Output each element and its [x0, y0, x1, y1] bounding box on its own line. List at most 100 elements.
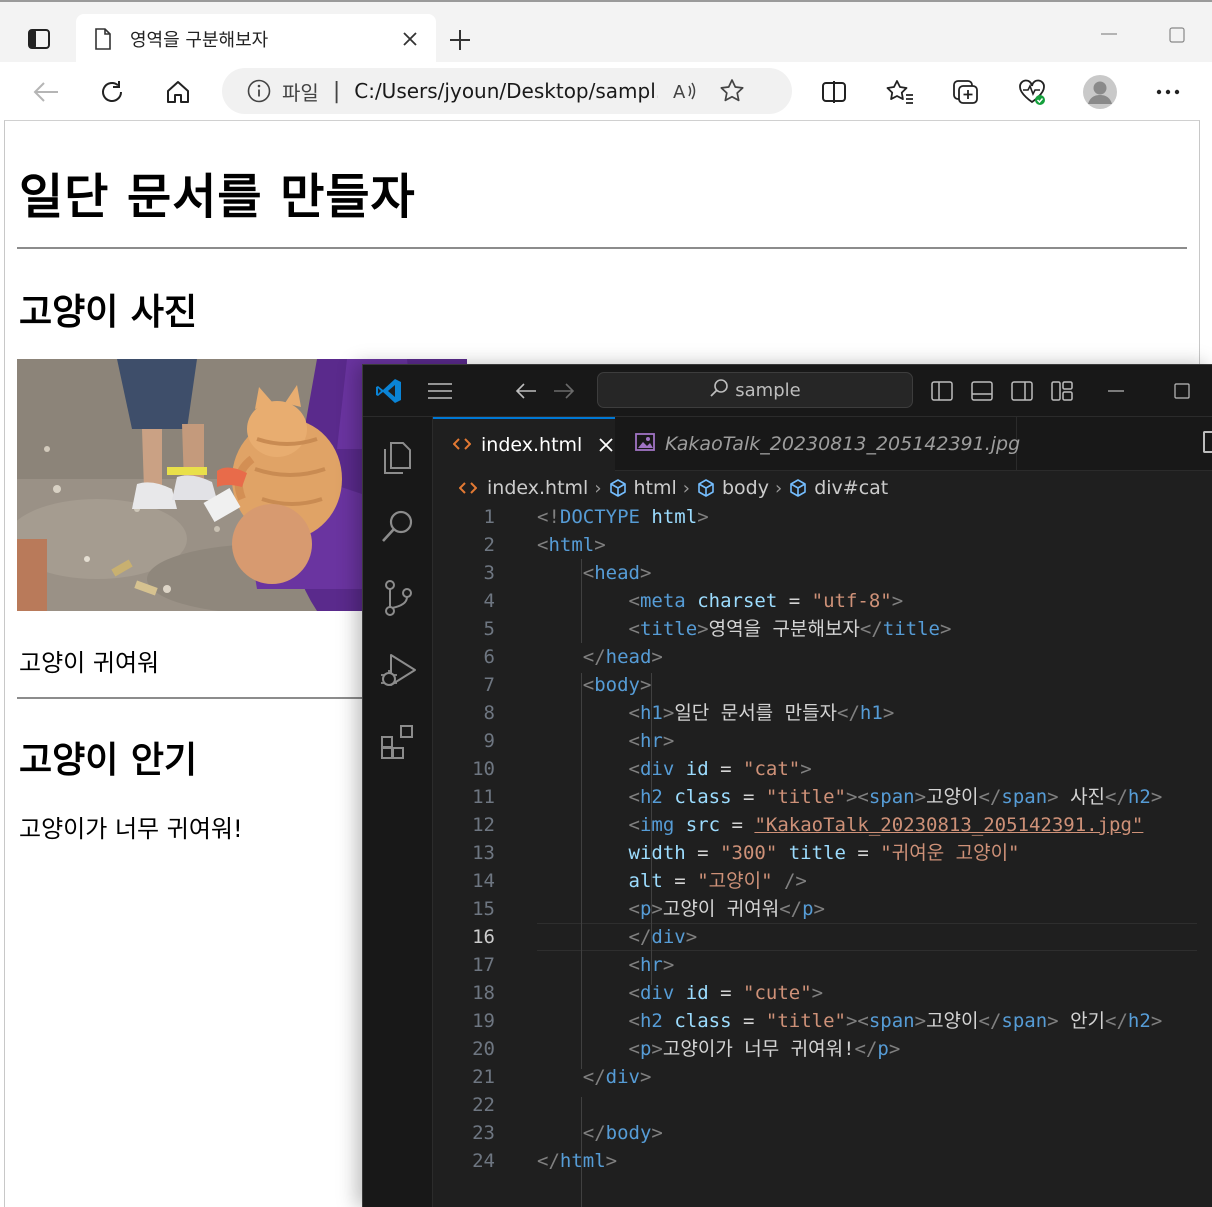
code-line: 12 <img src = "KakaoTalk_20230813_205142… — [472, 814, 1144, 836]
info-icon[interactable] — [246, 78, 272, 104]
extensions-icon[interactable] — [373, 717, 423, 767]
search-icon — [709, 378, 729, 402]
code-line: 24 </html> — [472, 1150, 618, 1172]
chevron-right-icon: › — [682, 477, 690, 499]
breadcrumb-item[interactable]: body — [696, 477, 769, 499]
collections-icon[interactable] — [944, 70, 988, 114]
back-arrow-icon[interactable] — [513, 379, 539, 403]
horizontal-rule — [17, 247, 1187, 249]
svg-text:A: A — [673, 82, 686, 102]
code-line: 13 width = "300" title = "귀여운 고양이" — [472, 842, 1020, 864]
profile-icon[interactable] — [1078, 70, 1122, 114]
html-file-icon — [452, 436, 472, 455]
code-line: 14 alt = "고양이" /> — [472, 870, 807, 892]
cube-icon — [790, 479, 807, 497]
command-center-search[interactable]: sample — [597, 372, 913, 408]
close-icon[interactable] — [596, 435, 615, 455]
favorites-icon[interactable] — [878, 70, 922, 114]
tab-index-html[interactable]: index.html — [433, 417, 615, 471]
activity-bar — [363, 417, 433, 1207]
home-icon[interactable] — [156, 70, 200, 114]
code-line: 23 </body> — [472, 1122, 663, 1144]
code-line-current: 16 </div> — [472, 926, 698, 948]
hamburger-icon[interactable] — [425, 379, 455, 403]
maximize-icon[interactable] — [1162, 20, 1192, 50]
section-cute-text: 고양이가 너무 귀여워! — [19, 815, 243, 843]
more-icon[interactable] — [1146, 70, 1190, 114]
split-editor-icon[interactable] — [1203, 431, 1212, 453]
breadcrumb-label: body — [722, 477, 769, 499]
code-line: 17 <hr> — [472, 954, 675, 976]
vscode-window: sample index.html KakaoTalk_20230813_205… — [362, 364, 1212, 1207]
code-line: 4 <meta charset = "utf-8"> — [483, 590, 904, 612]
customize-layout-icon[interactable] — [1049, 379, 1075, 403]
maximize-icon[interactable] — [1169, 379, 1195, 403]
code-line: 3 <head> — [483, 562, 652, 584]
star-icon[interactable] — [718, 77, 746, 105]
code-line: 21 </div> — [472, 1066, 652, 1088]
breadcrumb-item[interactable]: div#cat — [788, 477, 888, 499]
horizontal-rule — [17, 697, 363, 699]
address-scheme-label: 파일 — [282, 80, 319, 105]
section-cat-text: 고양이 귀여워 — [19, 649, 160, 677]
back-arrow-icon[interactable] — [24, 70, 68, 114]
tab-title: 영역을 구분해보자 — [130, 30, 269, 51]
editor-tabs: index.html KakaoTalk_20230813_205142391.… — [433, 417, 1212, 471]
code-line: 20 <p>고양이가 너무 귀여워!</p> — [472, 1038, 901, 1060]
tab-strip: 영역을 구분해보자 — [0, 0, 1212, 64]
code-line: 11 <h2 class = "title"><span>고양이</span> … — [472, 786, 1163, 808]
toggle-secondary-sidebar-icon[interactable] — [1009, 379, 1035, 403]
code-editor[interactable]: 1 <!DOCTYPE html> 2 <html> 3 <head> 4 <met… — [433, 503, 1212, 1207]
source-control-icon[interactable] — [373, 573, 423, 623]
close-icon[interactable] — [398, 27, 422, 51]
chevron-right-icon: › — [775, 477, 783, 499]
minimize-icon[interactable] — [1103, 379, 1129, 403]
cube-icon — [698, 479, 714, 497]
code-line: 15 <p>고양이 귀여워</p> — [472, 898, 825, 920]
section-cat-heading: 고양이 사진 — [19, 292, 198, 333]
code-line: 10 <div id = "cat"> — [472, 758, 812, 780]
image-file-icon — [635, 433, 655, 455]
toggle-panel-icon[interactable] — [969, 379, 995, 403]
breadcrumb-label: div#cat — [814, 477, 889, 499]
section-cute-heading: 고양이 안기 — [19, 740, 198, 781]
tab-actions-icon[interactable] — [18, 18, 60, 60]
code-line: 6 </head> — [483, 646, 663, 668]
tab-kakaotalk-jpg[interactable]: KakaoTalk_20230813_205142391.jpg — [615, 417, 1021, 471]
code-line: 18 <div id = "cute"> — [472, 982, 824, 1004]
code-line: 1 <!DOCTYPE html> — [483, 506, 709, 528]
explorer-icon[interactable] — [373, 431, 423, 481]
split-screen-icon[interactable] — [812, 70, 856, 114]
code-line: 7 <body> — [483, 674, 652, 696]
address-bar[interactable]: 파일 | C:/Users/jyoun/Desktop/sampl... A — [222, 68, 792, 114]
read-aloud-icon[interactable]: A — [672, 77, 700, 105]
cube-icon — [609, 479, 626, 497]
minimize-icon[interactable] — [1094, 24, 1124, 44]
breadcrumb-item[interactable]: html — [608, 477, 677, 499]
vscode-title-bar: sample — [363, 365, 1212, 417]
tab-label: index.html — [481, 434, 583, 456]
breadcrumb-item[interactable]: index.html — [459, 477, 588, 499]
refresh-icon[interactable] — [90, 70, 134, 114]
browser-tab-active[interactable]: 영역을 구분해보자 — [76, 14, 436, 64]
code-line: 19 <h2 class = "title"><span>고양이</span> … — [472, 1010, 1163, 1032]
breadcrumb: index.html › html › body › div#cat — [459, 473, 888, 503]
breadcrumb-label: html — [633, 477, 677, 499]
code-line: 2 <html> — [483, 534, 606, 556]
code-line: 8 <h1>일단 문서를 만들자</h1> — [483, 702, 895, 724]
code-line: 9 <hr> — [483, 730, 675, 752]
tab-label: KakaoTalk_20230813_205142391.jpg — [665, 433, 1021, 455]
page-heading: 일단 문서를 만들자 — [19, 169, 416, 225]
search-icon[interactable] — [373, 501, 423, 551]
address-separator: | — [332, 78, 341, 104]
toggle-sidebar-icon[interactable] — [929, 379, 955, 403]
html-file-icon — [459, 482, 477, 494]
chevron-right-icon: › — [594, 477, 602, 499]
breadcrumb-label: index.html — [487, 477, 589, 499]
forward-arrow-icon[interactable] — [551, 379, 577, 403]
browser-essentials-icon[interactable] — [1010, 70, 1054, 114]
run-debug-icon[interactable] — [373, 645, 423, 695]
vscode-logo-icon — [375, 377, 403, 405]
address-url[interactable]: C:/Users/jyoun/Desktop/sampl... — [354, 79, 658, 103]
plus-icon[interactable] — [442, 22, 478, 58]
